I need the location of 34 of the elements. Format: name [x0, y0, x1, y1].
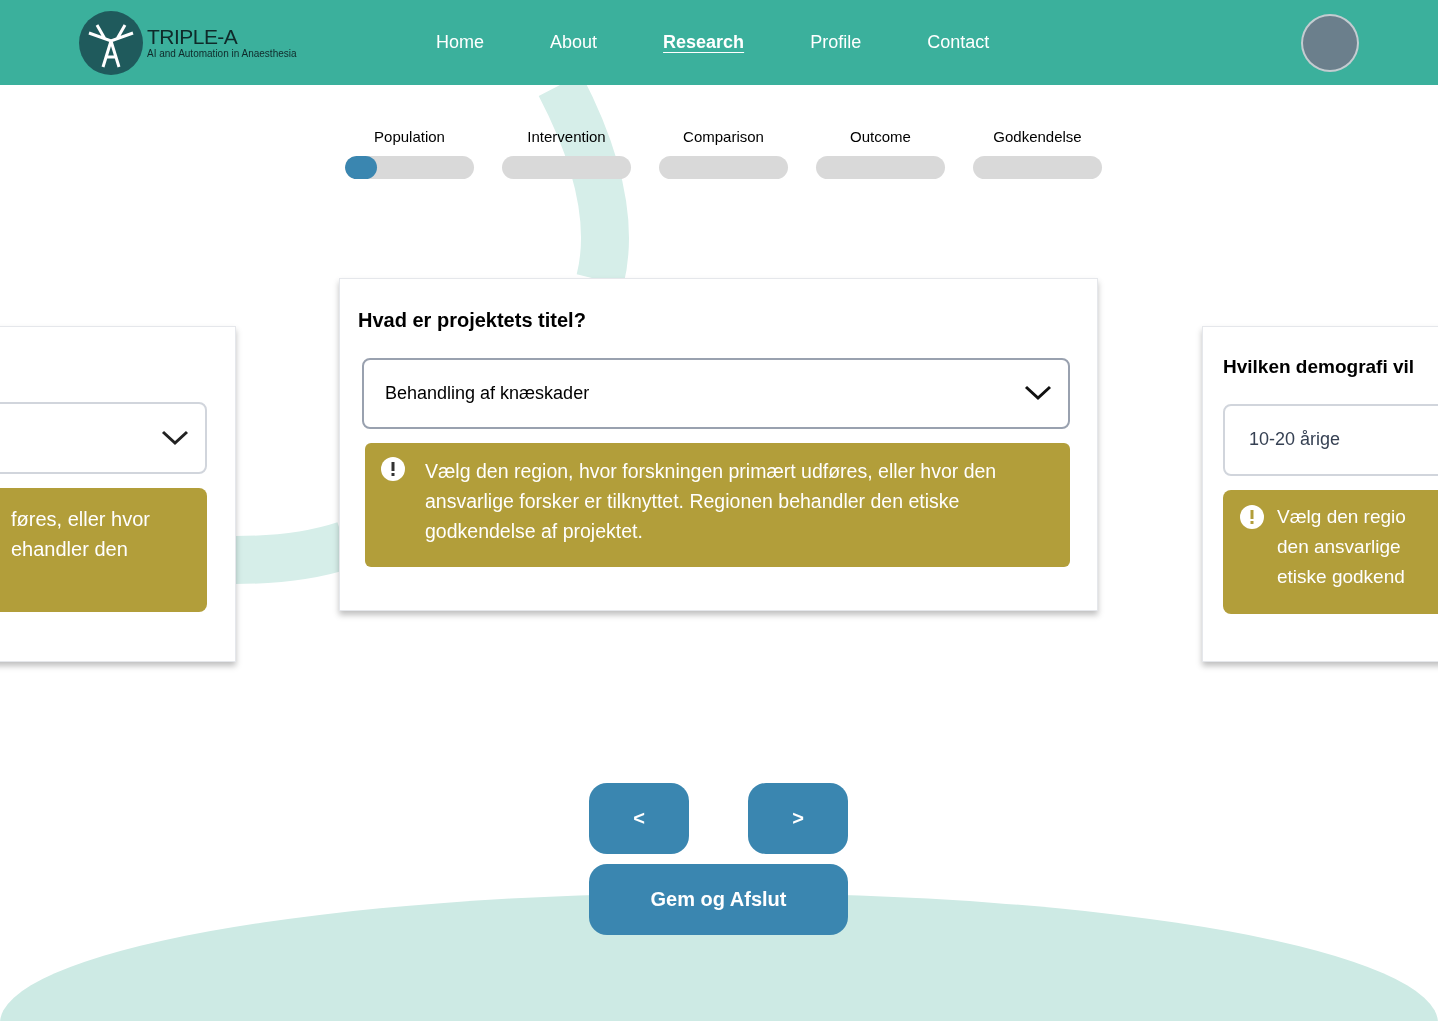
notice-text-line: etiske godkend [1277, 564, 1406, 589]
avatar[interactable] [1301, 13, 1359, 72]
chevron-down-icon [1024, 385, 1052, 401]
notice-text-line: den ansvarlige [1277, 534, 1402, 559]
exclamation-icon [380, 455, 406, 482]
step-label: Comparison [683, 127, 764, 147]
chevron-down-icon [161, 430, 189, 446]
notice-text-line: Vælg den regio [1277, 504, 1406, 529]
dropdown-field[interactable]: 10-20 årige [1223, 403, 1438, 476]
save-and-exit-button[interactable]: Gem og Afslut [589, 863, 848, 935]
previous-button[interactable]: < [589, 782, 689, 854]
notice-text-line: føres, eller hvor [11, 507, 151, 532]
nav-link[interactable]: About [550, 29, 598, 56]
logo-title: TRIPLE-A [147, 25, 239, 48]
logo-icon [79, 10, 143, 75]
dropdown-value: 10-20 årige [1249, 428, 1341, 451]
dropdown-field[interactable] [0, 402, 207, 474]
nav-link[interactable]: Profile [810, 29, 862, 56]
nav-link[interactable]: Contact [927, 29, 990, 56]
logo-subtitle: AI and Automation in Anaesthesia [147, 47, 297, 60]
next-button[interactable]: > [748, 782, 848, 854]
nav-link[interactable]: Home [436, 29, 484, 56]
question-title: Hvilken demografi vil [1223, 355, 1416, 379]
step-label: Outcome [850, 127, 911, 147]
notice-text-line: ehandler den [11, 537, 129, 562]
notice-text: Vælg den region, hvor forskningen primært udføres, eller hvor den ansvarlige forsker er tilknyttet. Regionen behandler den etiske godkendelse af projektet. [425, 458, 998, 544]
question-title: Hvad er projektets titel? [358, 307, 587, 333]
dropdown-value: Behandling af knæskader [385, 381, 590, 405]
step-label: Intervention [527, 127, 606, 147]
nav-link[interactable]: Research [663, 29, 745, 56]
dropdown-field[interactable]: Behandling af knæskader [362, 357, 1070, 429]
step-label: Population [374, 127, 445, 147]
step-label: Godkendelse [993, 127, 1082, 147]
exclamation-icon [1239, 503, 1265, 530]
